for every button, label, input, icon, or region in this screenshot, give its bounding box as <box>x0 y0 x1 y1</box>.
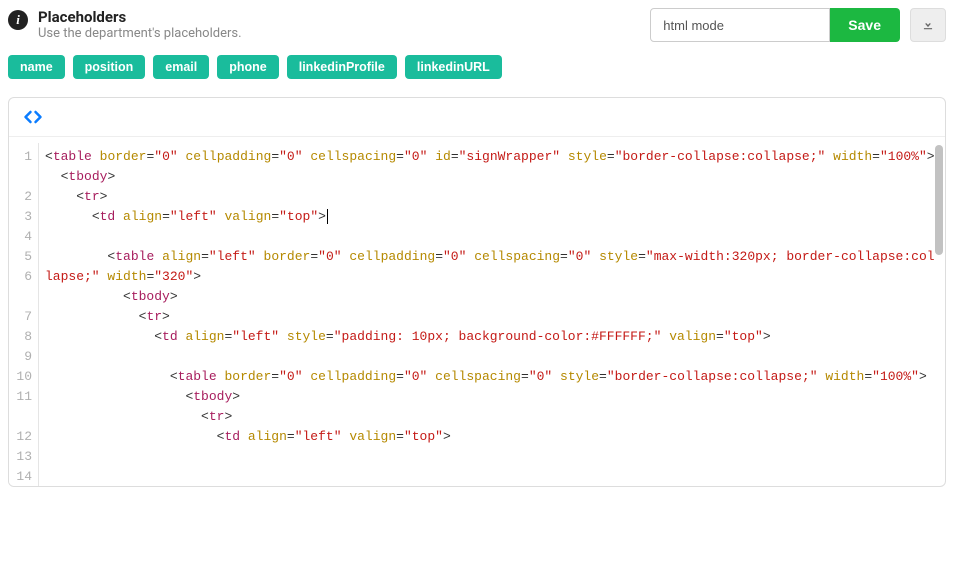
placeholder-tag-linkedinProfile[interactable]: linkedinProfile <box>287 55 397 79</box>
code-line: <tr> <box>45 407 939 427</box>
line-number: 2 <box>9 187 32 207</box>
line-number-gutter: 1234567891011121314 <box>9 143 39 486</box>
save-button[interactable]: Save <box>830 8 900 42</box>
placeholder-tags: name position email phone linkedinProfile lin… <box>8 55 946 79</box>
info-icon: i <box>8 10 28 30</box>
code-line: <tbody> <box>45 387 939 407</box>
line-number: 10 <box>9 367 32 387</box>
code-line <box>45 347 939 367</box>
line-number: 3 <box>9 207 32 227</box>
code-line: <table align="left" border="0" cellpaddi… <box>45 247 939 287</box>
header-actions: Save <box>650 8 946 42</box>
line-number: 9 <box>9 347 32 367</box>
line-number: 1 <box>9 147 32 187</box>
title-block: Placeholders Use the department's placeh… <box>38 8 242 43</box>
page-subtitle: Use the department's placeholders. <box>38 26 242 43</box>
line-number: 6 <box>9 267 32 307</box>
placeholder-tag-linkedinURL[interactable]: linkedinURL <box>405 55 502 79</box>
placeholder-tag-phone[interactable]: phone <box>217 55 279 79</box>
line-number: 12 <box>9 427 32 447</box>
code-line: <td align="left" valign="top"> <box>45 427 939 447</box>
editor-toolbar <box>9 98 945 136</box>
placeholder-tag-email[interactable]: email <box>153 55 209 79</box>
line-number: 14 <box>9 467 32 486</box>
code-line: <tr> <box>45 307 939 327</box>
code-line: <table border="0" cellpadding="0" cellsp… <box>45 367 939 387</box>
code-line: <tbody> <box>45 167 939 187</box>
code-toggle-button[interactable] <box>23 108 43 129</box>
line-number: 8 <box>9 327 32 347</box>
scrollbar-thumb[interactable] <box>935 145 943 255</box>
code-line: <tr> <box>45 187 939 207</box>
placeholder-tag-position[interactable]: position <box>73 55 146 79</box>
header: i Placeholders Use the department's plac… <box>8 8 946 43</box>
line-number: 11 <box>9 387 32 427</box>
line-number: 4 <box>9 227 32 247</box>
page-title: Placeholders <box>38 8 242 26</box>
code-icon <box>23 108 43 129</box>
code-line: <tbody> <box>45 287 939 307</box>
placeholder-tag-name[interactable]: name <box>8 55 65 79</box>
download-button[interactable] <box>910 8 946 42</box>
code-line <box>45 227 939 247</box>
code-editor: 1234567891011121314 <table border="0" ce… <box>8 97 946 487</box>
line-number: 5 <box>9 247 32 267</box>
code-line: <td align="left" valign="top"> <box>45 207 939 227</box>
code-content[interactable]: <table border="0" cellpadding="0" cellsp… <box>39 143 945 486</box>
editor-body[interactable]: 1234567891011121314 <table border="0" ce… <box>9 136 945 486</box>
line-number: 13 <box>9 447 32 467</box>
line-number: 7 <box>9 307 32 327</box>
header-left: i Placeholders Use the department's plac… <box>8 8 242 43</box>
download-icon <box>921 17 935 34</box>
mode-input[interactable] <box>650 8 830 42</box>
code-line: <td align="left" style="padding: 10px; b… <box>45 327 939 347</box>
code-line: <table border="0" cellpadding="0" cellsp… <box>45 147 939 167</box>
